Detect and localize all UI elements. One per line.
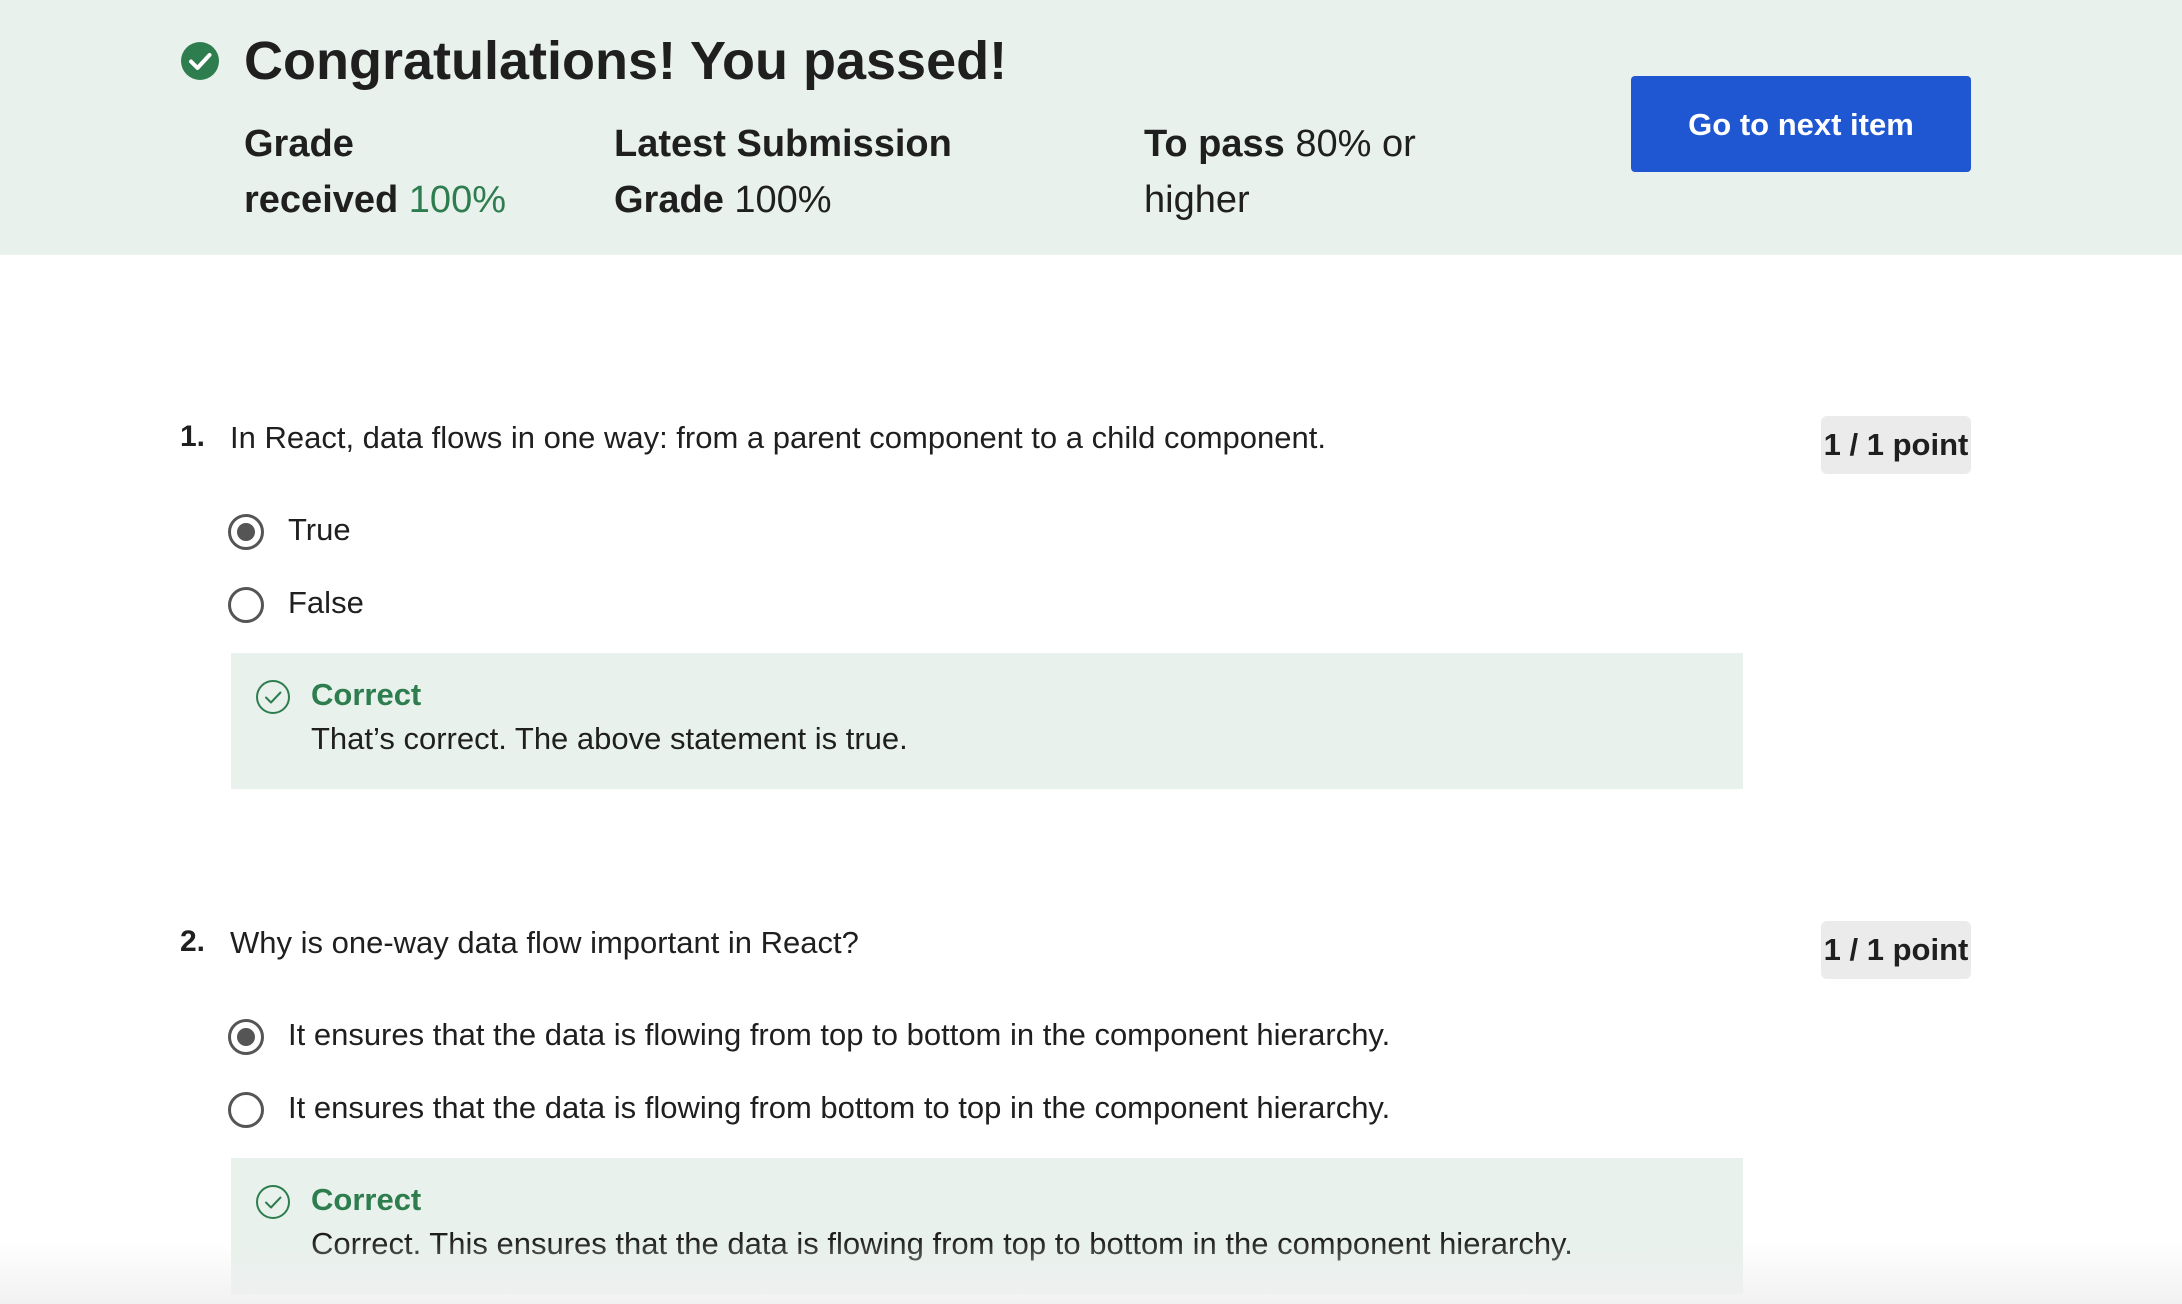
topass-value: 80% or bbox=[1295, 123, 1416, 165]
latest-label-cont: Grade bbox=[614, 179, 724, 221]
question-text: Why is one-way data flow important in Re… bbox=[230, 925, 859, 960]
topass-label: To pass bbox=[1144, 123, 1285, 165]
check-circle-outline-icon bbox=[256, 680, 290, 714]
latest-label: Latest Submission bbox=[614, 123, 952, 165]
points-badge: 1 / 1 point bbox=[1821, 921, 1971, 979]
grade-label-cont: received bbox=[244, 179, 399, 221]
scroll-fade bbox=[0, 1240, 2182, 1304]
check-circle-icon bbox=[181, 42, 219, 80]
check-circle-outline-icon bbox=[256, 1185, 290, 1219]
radio-unselected[interactable] bbox=[228, 1092, 264, 1128]
question-text: In React, data flows in one way: from a … bbox=[230, 420, 1326, 455]
feedback-text: That’s correct. The above statement is t… bbox=[311, 721, 908, 756]
feedback-title: Correct bbox=[311, 1182, 422, 1217]
radio-selected[interactable] bbox=[228, 1019, 264, 1055]
option-label: It ensures that the data is flowing from… bbox=[288, 1090, 1391, 1125]
radio-selected[interactable] bbox=[228, 514, 264, 550]
radio-unselected[interactable] bbox=[228, 587, 264, 623]
question-number: 1. bbox=[180, 420, 206, 453]
points-badge: 1 / 1 point bbox=[1821, 416, 1971, 474]
feedback-correct: Correct That’s correct. The above statem… bbox=[231, 653, 1743, 789]
grade-received: Grade received 100% bbox=[244, 116, 544, 228]
grade-value: 100% bbox=[408, 179, 506, 221]
pass-title: Congratulations! You passed! bbox=[244, 31, 1008, 91]
question-number: 2. bbox=[180, 925, 206, 958]
pass-threshold: To pass 80% or higher bbox=[1144, 116, 1444, 228]
go-to-next-item-button[interactable]: Go to next item bbox=[1631, 76, 1971, 172]
latest-submission-grade: Latest Submission Grade 100% bbox=[614, 116, 1034, 228]
option-label: It ensures that the data is flowing from… bbox=[288, 1017, 1391, 1052]
latest-value: 100% bbox=[734, 179, 832, 221]
option-label: False bbox=[288, 585, 364, 620]
topass-value-cont: higher bbox=[1144, 179, 1250, 221]
grade-label: Grade bbox=[244, 123, 354, 165]
option-label: True bbox=[288, 512, 351, 547]
result-banner: Congratulations! You passed! Grade recei… bbox=[0, 0, 2182, 255]
feedback-title: Correct bbox=[311, 677, 422, 712]
